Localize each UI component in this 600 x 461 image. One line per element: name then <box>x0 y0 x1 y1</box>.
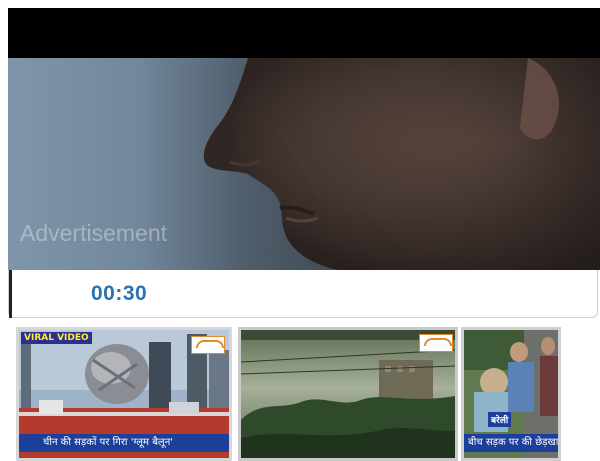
viral-video-badge: VIRAL VIDEO <box>21 332 92 344</box>
advertisement-label: Advertisement <box>20 220 168 246</box>
thumbnail-caption: बीच सड़क पर की छेड़खानी <box>464 434 558 452</box>
location-badge: बरेली <box>488 412 512 427</box>
video-frame[interactable]: Advertisement <box>8 58 600 270</box>
channel-logo-icon <box>419 334 453 352</box>
thumbnail-caption: चीन की सड़कों पर गिरा 'ग्लूम बैलून' <box>19 434 229 452</box>
related-video-thumbnail[interactable]: VIRAL VIDEO चीन की सड़कों पर गिरा 'ग्लूम… <box>16 327 232 461</box>
channel-logo-icon <box>191 336 225 354</box>
current-time: 00:30 <box>91 282 148 305</box>
player-control-bar[interactable]: 00:30 <box>8 270 598 318</box>
related-video-thumbnail[interactable] <box>238 327 458 461</box>
video-player[interactable]: Advertisement <box>8 8 600 270</box>
related-video-thumbnail[interactable]: बरेली बीच सड़क पर की छेड़खानी <box>461 327 561 461</box>
